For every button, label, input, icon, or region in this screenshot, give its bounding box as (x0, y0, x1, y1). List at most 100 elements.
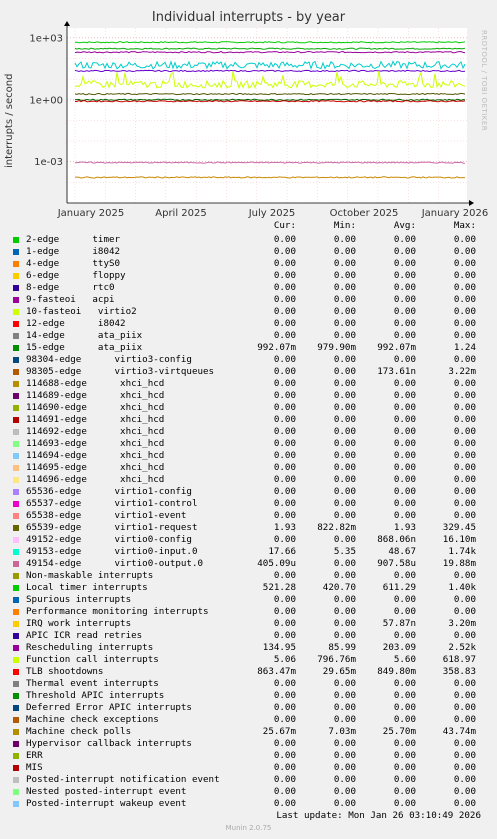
legend-value-avg: 5.60 (393, 654, 416, 665)
legend-value-max: 0.00 (453, 750, 476, 761)
legend-label: 65538-edge virtio1-event (26, 510, 187, 521)
legend-value-max: 0.00 (453, 678, 476, 689)
legend-value-cur: 0.00 (273, 282, 296, 293)
legend-value-cur: 521.28 (262, 582, 296, 593)
legend-swatch (13, 249, 19, 255)
legend-swatch (13, 549, 19, 555)
legend-value-max: 0.00 (453, 786, 476, 797)
legend-value-cur: 134.95 (262, 642, 296, 653)
legend-label: 6-edge floppy (26, 270, 126, 281)
legend-row: IRQ work interrupts 0.00 0.00 57.87n 3.20m (0, 618, 497, 630)
legend-label: 49153-edge virtio0-input.0 (26, 546, 198, 557)
legend-label: Threshold APIC interrupts (26, 690, 165, 701)
legend-value-avg: 0.00 (393, 318, 416, 329)
legend-value-avg: 611.29 (382, 582, 416, 593)
legend-swatch (13, 657, 19, 663)
legend-value-max: 0.00 (453, 354, 476, 365)
legend-value-cur: 5.06 (273, 654, 296, 665)
legend-swatch (13, 513, 19, 519)
legend-value-min: 0.00 (333, 630, 356, 641)
legend-row: Performance monitoring interrupts 0.00 0.0… (0, 606, 497, 618)
legend-label: 114696-edge xhci_hcd (26, 474, 165, 485)
legend-value-min: 0.00 (333, 414, 356, 425)
legend-row: Non-maskable interrupts 0.00 0.00 0.00 0.00 (0, 570, 497, 582)
legend-swatch (13, 777, 19, 783)
legend-value-min: 0.00 (333, 354, 356, 365)
legend-value-min: 0.00 (333, 426, 356, 437)
legend-value-max: 0.00 (453, 306, 476, 317)
legend-swatch (13, 789, 19, 795)
x-tick-label: April 2025 (155, 208, 206, 219)
legend-label: 2-edge timer (26, 234, 121, 245)
legend-swatch (13, 465, 19, 471)
legend-label: 65539-edge virtio1-request (26, 522, 198, 533)
legend-swatch (13, 609, 19, 615)
legend-label: IRQ work interrupts (26, 618, 132, 629)
legend-label: 114690-edge xhci_hcd (26, 402, 165, 413)
legend-row: 15-edge ata_piix 992.07m 979.90m 992.07m 1.2… (0, 342, 497, 354)
legend-value-max: 0.00 (453, 414, 476, 425)
legend-swatch (13, 801, 19, 807)
legend-swatch (13, 417, 19, 423)
legend-swatch (13, 393, 19, 399)
legend-value-avg: 0.00 (393, 510, 416, 521)
legend-row: Hypervisor callback interrupts 0.00 0.00 0.… (0, 738, 497, 750)
legend-label: 98304-edge virtio3-config (26, 354, 192, 365)
legend-value-avg: 57.87n (382, 618, 416, 629)
legend-label: MIS (26, 762, 43, 773)
legend-value-avg: 0.00 (393, 234, 416, 245)
legend-header-max: Max: (453, 220, 476, 231)
legend-value-max: 0.00 (453, 774, 476, 785)
legend-value-max: 0.00 (453, 690, 476, 701)
legend-row: Nested posted-interrupt event 0.00 0.00 0.0… (0, 786, 497, 798)
graph-frame: Individual interrupts - by year RRDTOOL … (0, 0, 497, 839)
legend-value-avg: 0.00 (393, 378, 416, 389)
legend-value-cur: 0.00 (273, 714, 296, 725)
legend-swatch (13, 681, 19, 687)
legend-value-min: 29.65m (322, 666, 356, 677)
legend-value-avg: 0.00 (393, 426, 416, 437)
legend-value-min: 0.00 (333, 690, 356, 701)
legend-row: 1-edge i8042 0.00 0.00 0.00 0.00 (0, 246, 497, 258)
legend-value-cur: 0.00 (273, 618, 296, 629)
legend-value-avg: 0.00 (393, 354, 416, 365)
legend-value-min: 0.00 (333, 702, 356, 713)
legend-value-cur: 0.00 (273, 462, 296, 473)
legend-label: Hypervisor callback interrupts (26, 738, 192, 749)
legend-row: 114696-edge xhci_hcd 0.00 0.00 0.00 0.00 (0, 474, 497, 486)
legend-label: 65536-edge virtio1-config (26, 486, 192, 497)
legend-row: 49152-edge virtio0-config 0.00 0.00 868.06n… (0, 534, 497, 546)
legend-label: Function call interrupts (26, 654, 159, 665)
legend-row: Local timer interrupts 521.28 420.70 611.29… (0, 582, 497, 594)
legend-swatch (13, 597, 19, 603)
legend-row: 8-edge rtc0 0.00 0.00 0.00 0.00 (0, 282, 497, 294)
legend-value-max: 43.74m (442, 726, 476, 737)
legend-row: Machine check exceptions 0.00 0.00 0.00 0.00 (0, 714, 497, 726)
legend-value-avg: 0.00 (393, 750, 416, 761)
legend-value-max: 0.00 (453, 570, 476, 581)
legend-label: APIC ICR read retries (26, 630, 143, 641)
legend-row: Function call interrupts 5.06 796.76m 5.60 6… (0, 654, 497, 666)
legend-value-cur: 0.00 (273, 234, 296, 245)
legend-value-cur: 0.00 (273, 474, 296, 485)
legend-value-cur: 0.00 (273, 690, 296, 701)
legend-value-min: 0.00 (333, 774, 356, 785)
legend-row: 65539-edge virtio1-request 1.93 822.82m 1.9… (0, 522, 497, 534)
legend-label: Posted-interrupt wakeup event (26, 798, 187, 809)
legend-value-avg: 0.00 (393, 786, 416, 797)
legend-value-cur: 0.00 (273, 270, 296, 281)
munin-version: Munin 2.0.75 (225, 824, 272, 832)
legend-value-max: 0.00 (453, 738, 476, 749)
legend-row: MIS 0.00 0.00 0.00 0.00 (0, 762, 497, 774)
legend-label: 114691-edge xhci_hcd (26, 414, 165, 425)
legend-value-cur: 0.00 (273, 294, 296, 305)
legend-header-cur: Cur: (273, 220, 296, 231)
legend-value-max: 0.00 (453, 462, 476, 473)
legend-value-cur: 405.09u (257, 558, 296, 569)
legend-swatch (13, 381, 19, 387)
legend-label: Machine check polls (26, 726, 132, 737)
legend-value-min: 0.00 (333, 786, 356, 797)
legend-label: 114689-edge xhci_hcd (26, 390, 165, 401)
legend-label: 114693-edge xhci_hcd (26, 438, 165, 449)
legend-row: 98304-edge virtio3-config 0.00 0.00 0.00 0.0… (0, 354, 497, 366)
